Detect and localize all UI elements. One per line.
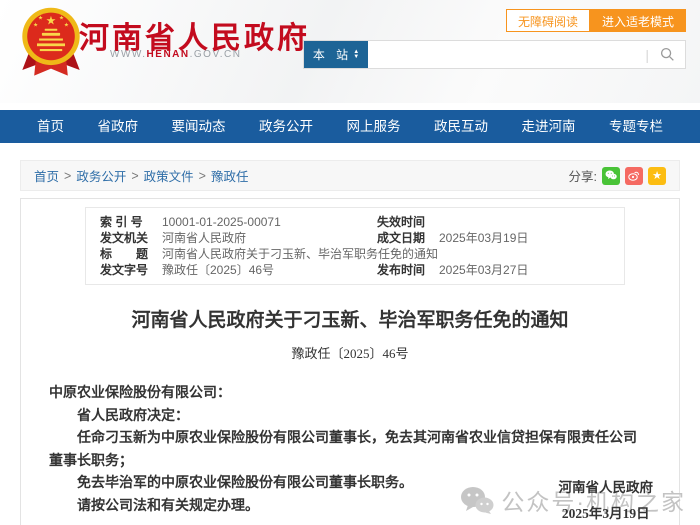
meta-value-written-date: 2025年03月19日 xyxy=(439,231,529,245)
breadcrumb-separator: > xyxy=(198,168,206,183)
document-paragraph: 任命刁玉新为中原农业保险股份有限公司董事长，免去其河南省农业信贷担保有限责任公司… xyxy=(49,431,637,469)
breadcrumb-policy-files[interactable]: 政策文件 xyxy=(144,166,194,185)
document-salutation: 中原农业保险股份有限公司： xyxy=(49,386,231,401)
signature-date: 2025年3月19日 xyxy=(561,506,650,521)
weibo-icon xyxy=(628,171,639,181)
svg-text:★: ★ xyxy=(33,22,38,29)
site-url-rest: .GOV.CN xyxy=(189,49,242,60)
meta-value-publish-date: 2025年03月27日 xyxy=(439,263,529,277)
wechat-watermark-icon xyxy=(461,487,494,514)
breadcrumb-separator: > xyxy=(131,168,139,183)
meta-row: 标 题 河南省人民政府关于刁玉新、毕治军职务任免的通知 xyxy=(100,246,612,262)
breadcrumb-gov-affairs[interactable]: 政务公开 xyxy=(76,166,126,185)
nav-item-news[interactable]: 要闻动态 xyxy=(172,110,226,143)
meta-value-doc-number: 豫政任〔2025〕46号 xyxy=(162,263,275,277)
page: ★ ★ ★ ★ ★ 河南省人民政府 WWW.HENAN.GOV.CN 无障碍阅读… xyxy=(0,0,700,525)
document-title: 河南省人民政府关于刁玉新、毕治军职务任免的通知 xyxy=(131,310,569,331)
accessibility-reading-button[interactable]: 无障碍阅读 xyxy=(505,9,590,32)
meta-label-expiry: 失效时间 xyxy=(377,215,426,229)
document-signature-block: 河南省人民政府 2025年3月19日 xyxy=(559,475,654,525)
document-number: 豫政任〔2025〕46号 xyxy=(291,346,409,361)
site-url-henan: HENAN xyxy=(146,49,190,60)
search-input[interactable] xyxy=(368,41,646,68)
search-scope-dropdown[interactable]: 本 站 ▲ ▼ xyxy=(304,41,368,68)
nav-item-gov-affairs[interactable]: 政务公开 xyxy=(259,110,313,143)
search-icon xyxy=(660,47,674,61)
meta-label-title: 标 题 xyxy=(100,247,149,261)
site-url: WWW.HENAN.GOV.CN xyxy=(110,49,241,60)
breadcrumb-current[interactable]: 豫政任 xyxy=(211,166,249,185)
meta-label-issuing-agency: 发文机关 xyxy=(100,231,149,245)
main-nav: 首页 省政府 要闻动态 政务公开 网上服务 政民互动 走进河南 专题专栏 xyxy=(0,110,700,143)
meta-value-issuing-agency: 河南省人民政府 xyxy=(162,231,247,245)
svg-text:★: ★ xyxy=(38,15,43,22)
sort-arrows-icon: ▲ ▼ xyxy=(353,48,360,60)
signature-agency: 河南省人民政府 xyxy=(558,480,654,495)
share-group: 分享: ★ xyxy=(569,166,666,185)
meta-label-index-no: 索 引 号 xyxy=(100,215,143,229)
wechat-icon xyxy=(605,170,617,180)
share-weibo-button[interactable] xyxy=(625,166,643,185)
document-meta-table: 索 引 号 10001-01-2025-00071 失效时间 发文机关 河南省人… xyxy=(85,207,625,285)
nav-item-interaction[interactable]: 政民互动 xyxy=(434,110,488,143)
meta-label-publish-date: 发布时间 xyxy=(377,263,426,277)
share-qzone-button[interactable]: ★ xyxy=(648,166,666,185)
share-wechat-button[interactable] xyxy=(602,166,620,185)
svg-text:★: ★ xyxy=(64,22,69,29)
site-header: ★ ★ ★ ★ ★ 河南省人民政府 WWW.HENAN.GOV.CN 无障碍阅读… xyxy=(0,0,700,103)
search-bar: 本 站 ▲ ▼ | xyxy=(303,40,686,69)
article-container: 索 引 号 10001-01-2025-00071 失效时间 发文机关 河南省人… xyxy=(20,198,680,525)
svg-text:★: ★ xyxy=(59,15,64,22)
meta-value-title: 河南省人民政府关于刁玉新、毕治军职务任免的通知 xyxy=(162,247,439,261)
nav-item-special-topics[interactable]: 专题专栏 xyxy=(609,110,663,143)
meta-value-index-no: 10001-01-2025-00071 xyxy=(162,215,281,229)
nav-item-provincial-gov[interactable]: 省政府 xyxy=(98,110,139,143)
header-buttons: 无障碍阅读 进入适老模式 xyxy=(505,9,686,32)
breadcrumb-separator: > xyxy=(64,168,72,183)
breadcrumb-home[interactable]: 首页 xyxy=(34,166,59,185)
meta-label-doc-number: 发文字号 xyxy=(100,263,149,277)
site-url-www: WWW. xyxy=(110,49,147,60)
share-label: 分享: xyxy=(568,170,597,184)
meta-row: 索 引 号 10001-01-2025-00071 失效时间 xyxy=(100,214,612,230)
nav-item-online-services[interactable]: 网上服务 xyxy=(347,110,401,143)
search-scope-label: 本 站 xyxy=(312,48,353,62)
document-paragraph: 省人民政府决定： xyxy=(77,408,189,424)
search-button[interactable] xyxy=(649,41,685,68)
breadcrumb: 首页 > 政务公开 > 政策文件 > 豫政任 分享: ★ xyxy=(20,160,680,191)
nav-item-home[interactable]: 首页 xyxy=(37,110,64,143)
svg-text:★: ★ xyxy=(46,14,57,28)
meta-row: 发文机关 河南省人民政府 成文日期 2025年03月19日 xyxy=(100,230,612,246)
national-emblem-logo[interactable]: ★ ★ ★ ★ ★ xyxy=(16,5,86,79)
nav-item-about-henan[interactable]: 走进河南 xyxy=(522,110,576,143)
meta-label-written-date: 成文日期 xyxy=(377,231,426,245)
meta-row: 发文字号 豫政任〔2025〕46号 发布时间 2025年03月27日 xyxy=(100,262,612,278)
national-emblem-icon: ★ ★ ★ ★ ★ xyxy=(22,7,80,76)
elder-mode-button[interactable]: 进入适老模式 xyxy=(589,9,686,32)
